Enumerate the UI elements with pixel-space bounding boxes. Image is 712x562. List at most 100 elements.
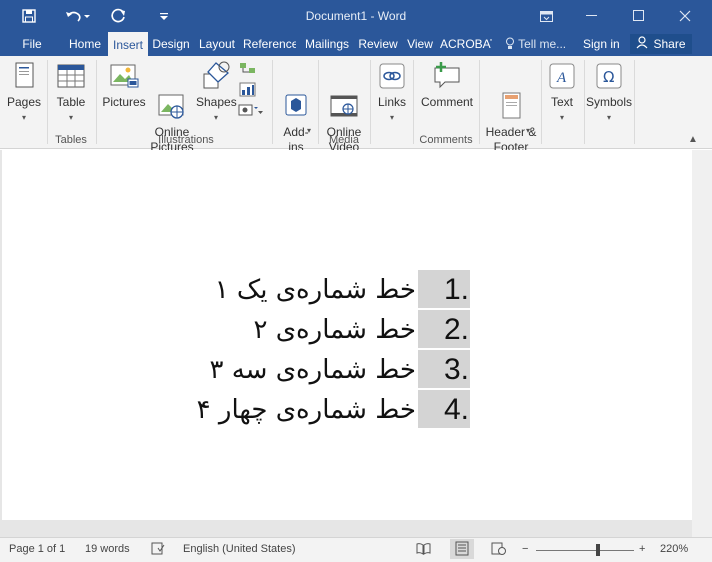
title-bar: Document1 - Word bbox=[0, 0, 712, 32]
list-item-text[interactable]: خط شماره‌ی چهار ۴ bbox=[197, 395, 416, 425]
tab-references[interactable]: References bbox=[243, 32, 296, 56]
group-label-comments: Comments bbox=[419, 134, 473, 146]
tab-mailings[interactable]: Mailings bbox=[300, 32, 354, 56]
chart-icon[interactable] bbox=[238, 82, 266, 102]
language[interactable]: English (United States) bbox=[183, 543, 296, 555]
group-label-media: Media bbox=[329, 134, 359, 146]
web-layout-icon[interactable] bbox=[491, 542, 506, 558]
group-separator bbox=[96, 60, 97, 144]
person-icon bbox=[636, 36, 649, 52]
list-item-text[interactable]: خط شماره‌ی یک ۱ bbox=[215, 275, 416, 305]
group-label-illustrations: Illustrations bbox=[158, 134, 214, 146]
chevron-down-icon: ▾ bbox=[307, 126, 312, 135]
zoom-in-button[interactable]: + bbox=[639, 543, 645, 555]
chevron-down-icon: ▾ bbox=[389, 113, 394, 122]
status-bar: Page 1 of 1 19 words English (United Sta… bbox=[0, 537, 712, 562]
share-button[interactable]: Share bbox=[630, 34, 692, 54]
tab-review[interactable]: Review bbox=[357, 32, 399, 56]
shapes-label: Shapes bbox=[196, 95, 237, 109]
zoom-level[interactable]: 220% bbox=[660, 543, 688, 555]
group-separator bbox=[272, 60, 273, 144]
group-separator bbox=[634, 60, 635, 144]
links-button[interactable]: Links ▾ bbox=[373, 60, 411, 125]
textbox-icon: A bbox=[546, 60, 578, 92]
tab-insert[interactable]: Insert bbox=[108, 32, 148, 56]
sign-in-link[interactable]: Sign in bbox=[583, 32, 620, 56]
group-separator bbox=[370, 60, 371, 144]
table-label: Table bbox=[56, 95, 86, 109]
zoom-slider[interactable] bbox=[536, 550, 634, 551]
collapse-ribbon-icon[interactable]: ▲ bbox=[688, 134, 698, 145]
word-count[interactable]: 19 words bbox=[85, 543, 130, 555]
minimize-icon[interactable] bbox=[577, 4, 607, 28]
header-footer-icon bbox=[495, 75, 527, 119]
document-page[interactable]: 1. خط شماره‌ی یک ۱ 2. خط شماره‌ی ۲ 3. خط… bbox=[2, 150, 692, 520]
chevron-down-icon: ▾ bbox=[606, 113, 611, 122]
pages-button[interactable]: Pages ▾ bbox=[4, 60, 44, 125]
tell-me-search[interactable]: Tell me... bbox=[505, 32, 566, 56]
maximize-icon[interactable] bbox=[624, 4, 654, 28]
list-item-text[interactable]: خط شماره‌ی سه ۳ bbox=[209, 355, 416, 385]
ribbon-insert: Pages ▾ Table ▾ Tables Pictures Online P… bbox=[0, 56, 712, 154]
list-item-text[interactable]: خط شماره‌ی ۲ bbox=[253, 315, 416, 345]
group-separator bbox=[413, 60, 414, 144]
symbols-label: Symbols bbox=[586, 95, 633, 109]
document-area: 1. خط شماره‌ی یک ۱ 2. خط شماره‌ی ۲ 3. خط… bbox=[0, 150, 712, 537]
tell-me-label: Tell me... bbox=[518, 37, 567, 51]
store-icon bbox=[280, 75, 312, 116]
screenshot-icon[interactable] bbox=[238, 102, 266, 122]
group-separator bbox=[318, 60, 319, 144]
text-button[interactable]: A Text ▾ bbox=[543, 60, 581, 125]
text-label: Text bbox=[550, 95, 573, 109]
zoom-out-button[interactable]: − bbox=[522, 543, 528, 555]
links-label: Links bbox=[377, 95, 406, 109]
word-window: Document1 - Word File Home Insert Design… bbox=[0, 0, 712, 562]
tab-view[interactable]: View bbox=[404, 32, 436, 56]
svg-text:A: A bbox=[556, 70, 567, 86]
illustrations-small-buttons bbox=[238, 62, 266, 132]
ribbon-tab-bar: File Home Insert Design Layout Reference… bbox=[0, 32, 712, 56]
page-gap bbox=[0, 520, 692, 537]
group-separator bbox=[584, 60, 585, 144]
comment-button[interactable]: Comment bbox=[418, 60, 476, 110]
list-number: 1. bbox=[444, 273, 470, 306]
lightbulb-icon bbox=[505, 37, 518, 51]
link-icon bbox=[376, 60, 408, 92]
ribbon-display-options-icon[interactable] bbox=[531, 4, 561, 28]
tab-home[interactable]: Home bbox=[64, 32, 106, 56]
pictures-icon bbox=[108, 60, 140, 92]
zoom-slider-thumb[interactable] bbox=[596, 544, 600, 556]
pictures-label: Pictures bbox=[102, 95, 146, 109]
group-separator bbox=[47, 60, 48, 144]
chevron-down-icon: ▾ bbox=[526, 126, 531, 135]
smartart-icon[interactable] bbox=[238, 62, 266, 82]
close-icon[interactable] bbox=[670, 4, 700, 28]
shapes-button[interactable]: Shapes ▾ bbox=[196, 60, 237, 125]
symbols-button[interactable]: Ω Symbols ▾ bbox=[586, 60, 632, 125]
read-mode-icon[interactable] bbox=[416, 542, 431, 558]
pictures-button[interactable]: Pictures bbox=[101, 60, 147, 110]
tab-file[interactable]: File bbox=[14, 32, 50, 56]
online-pictures-icon bbox=[156, 75, 188, 119]
chevron-down-icon: ▾ bbox=[68, 113, 73, 122]
tab-design[interactable]: Design bbox=[150, 32, 192, 56]
share-label: Share bbox=[653, 37, 686, 51]
chevron-down-icon: ▾ bbox=[559, 113, 564, 122]
shapes-icon bbox=[200, 60, 232, 92]
print-layout-icon[interactable] bbox=[450, 539, 474, 559]
group-label-tables: Tables bbox=[55, 134, 87, 146]
proofing-icon[interactable] bbox=[151, 542, 165, 558]
comment-icon bbox=[431, 60, 463, 92]
page-count[interactable]: Page 1 of 1 bbox=[9, 543, 65, 555]
pages-icon bbox=[8, 60, 40, 92]
list-number: 3. bbox=[444, 353, 470, 386]
table-button[interactable]: Table ▾ bbox=[51, 60, 91, 125]
omega-icon: Ω bbox=[593, 60, 625, 92]
comment-label: Comment bbox=[420, 95, 473, 109]
vertical-scrollbar[interactable] bbox=[692, 150, 712, 537]
table-icon bbox=[55, 60, 87, 92]
list-number: 4. bbox=[444, 393, 470, 426]
tab-acrobat[interactable]: ACROBAT bbox=[440, 32, 492, 56]
group-separator bbox=[541, 60, 542, 144]
tab-layout[interactable]: Layout bbox=[196, 32, 238, 56]
